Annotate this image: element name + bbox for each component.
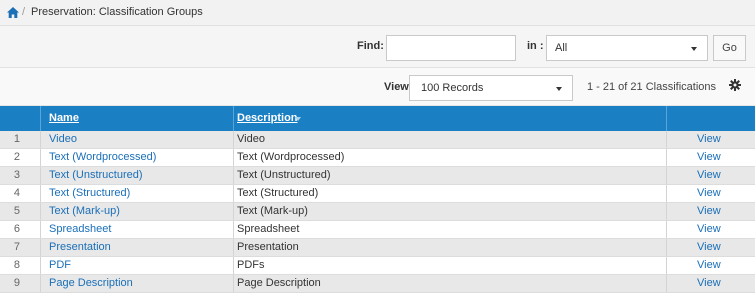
row-number: 5 — [13, 205, 20, 217]
results-count: 1 - 21 of 21 Classifications — [587, 81, 717, 93]
column-divider — [40, 275, 41, 292]
row-name-link[interactable]: PDF — [49, 257, 71, 274]
table-row: 5 Text (Mark-up) Text (Mark-up) View — [0, 203, 755, 221]
column-divider — [40, 239, 41, 256]
in-label: in : — [527, 40, 544, 52]
row-view-link[interactable]: View — [697, 275, 721, 292]
column-divider — [666, 131, 667, 148]
table-row: 3 Text (Unstructured) Text (Unstructured) V… — [0, 167, 755, 185]
row-description: Page Description — [237, 277, 321, 289]
row-number: 6 — [13, 223, 20, 235]
row-description: PDFs — [237, 259, 265, 271]
column-divider — [666, 167, 667, 184]
row-description: Video — [237, 133, 265, 145]
column-divider — [40, 131, 41, 148]
row-view-link[interactable]: View — [697, 167, 721, 184]
table-row: 8 PDF PDFs View — [0, 257, 755, 275]
column-divider — [233, 131, 234, 148]
row-view-link[interactable]: View — [697, 149, 721, 166]
table-header: Name Description — [0, 106, 755, 131]
row-name-link[interactable]: Text (Unstructured) — [49, 167, 143, 184]
chevron-down-icon — [556, 87, 562, 91]
column-divider — [40, 185, 41, 202]
column-header-description[interactable]: Description — [237, 112, 298, 124]
column-header-name[interactable]: Name — [49, 112, 79, 124]
column-divider — [40, 167, 41, 184]
column-divider — [666, 221, 667, 238]
table-row: 2 Text (Wordprocessed) Text (Wordprocessed… — [0, 149, 755, 167]
table-row: 1 Video Video View — [0, 131, 755, 149]
table-row: 6 Spreadsheet Spreadsheet View — [0, 221, 755, 239]
row-number: 8 — [13, 259, 20, 271]
row-view-link[interactable]: View — [697, 239, 721, 256]
view-bar: View 100 Records 1 - 21 of 21 Classifica… — [0, 68, 755, 106]
row-name-link[interactable]: Spreadsheet — [49, 221, 111, 238]
column-divider — [233, 185, 234, 202]
row-name-link[interactable]: Page Description — [49, 275, 133, 292]
row-number: 7 — [13, 241, 20, 253]
row-description: Text (Unstructured) — [237, 169, 331, 181]
table-row: 7 Presentation Presentation View — [0, 239, 755, 257]
row-view-link[interactable]: View — [697, 131, 721, 148]
column-divider — [233, 239, 234, 256]
gear-icon[interactable] — [729, 79, 741, 91]
home-icon[interactable] — [7, 7, 19, 18]
row-description: Presentation — [237, 241, 299, 253]
search-bar: Find: in : All Go — [0, 26, 755, 68]
search-scope-select[interactable]: All — [546, 35, 708, 61]
row-name-link[interactable]: Video — [49, 131, 77, 148]
row-description: Text (Wordprocessed) — [237, 151, 345, 163]
row-number: 9 — [13, 277, 20, 289]
row-name-link[interactable]: Text (Wordprocessed) — [49, 149, 156, 166]
column-divider — [666, 203, 667, 220]
row-name-link[interactable]: Presentation — [49, 239, 111, 256]
row-view-link[interactable]: View — [697, 203, 721, 220]
row-description: Text (Mark-up) — [237, 205, 308, 217]
chevron-down-icon — [691, 47, 697, 51]
column-divider — [666, 185, 667, 202]
row-view-link[interactable]: View — [697, 185, 721, 202]
sort-desc-icon[interactable] — [295, 117, 301, 121]
column-divider — [233, 257, 234, 274]
records-per-page-select[interactable]: 100 Records — [409, 75, 573, 101]
row-description: Spreadsheet — [237, 223, 300, 235]
column-divider — [233, 221, 234, 238]
find-label: Find: — [357, 40, 384, 52]
row-name-link[interactable]: Text (Mark-up) — [49, 203, 120, 220]
column-divider — [666, 149, 667, 166]
column-divider — [666, 257, 667, 274]
column-divider — [666, 106, 755, 131]
search-scope-value: All — [555, 42, 568, 54]
records-per-page-value: 100 Records — [421, 82, 484, 94]
column-divider — [233, 203, 234, 220]
column-divider — [40, 149, 41, 166]
row-number: 2 — [13, 151, 20, 163]
table-row: 4 Text (Structured) Text (Structured) View — [0, 185, 755, 203]
column-divider — [233, 149, 234, 166]
column-divider — [666, 275, 667, 292]
column-divider — [233, 167, 234, 184]
row-number: 3 — [13, 169, 20, 181]
view-label: View — [384, 81, 409, 93]
row-view-link[interactable]: View — [697, 221, 721, 238]
column-divider — [40, 257, 41, 274]
row-description: Text (Structured) — [237, 187, 319, 199]
row-number: 1 — [13, 133, 20, 145]
row-number: 4 — [13, 187, 20, 199]
page-title: Preservation: Classification Groups — [31, 6, 203, 18]
column-divider — [233, 275, 234, 292]
column-divider — [666, 239, 667, 256]
row-view-link[interactable]: View — [697, 257, 721, 274]
table-row: 9 Page Description Page Description View — [0, 275, 755, 293]
column-divider — [40, 203, 41, 220]
column-divider — [40, 221, 41, 238]
row-name-link[interactable]: Text (Structured) — [49, 185, 130, 202]
search-input[interactable] — [386, 35, 516, 61]
breadcrumb: / Preservation: Classification Groups — [0, 0, 755, 26]
go-button[interactable]: Go — [713, 35, 746, 61]
breadcrumb-separator: / — [22, 6, 26, 18]
table-body: 1 Video Video View 2 Text (Wordprocessed) Text… — [0, 131, 755, 293]
